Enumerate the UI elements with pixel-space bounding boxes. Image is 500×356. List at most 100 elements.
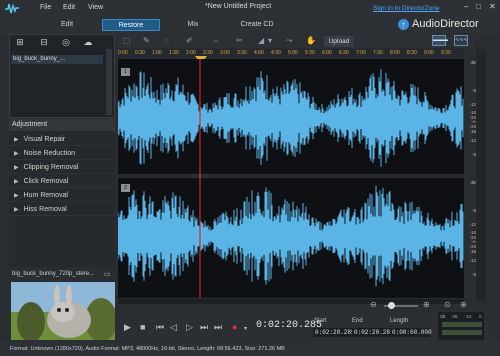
cloud-icon[interactable]: ☁: [82, 37, 94, 47]
adjust-clipping-removal[interactable]: ▶ Clipping Removal: [9, 161, 115, 174]
zoom-fit-icon[interactable]: ⊙: [444, 300, 451, 309]
tick-label: 6:30: [339, 50, 349, 56]
meter-label: 0: [479, 314, 482, 319]
zoom-slider-thumb[interactable]: [388, 302, 395, 309]
time-select-icon[interactable]: ⇔: [212, 36, 220, 45]
zoom-out-icon[interactable]: ⊖: [370, 300, 377, 309]
expand-triangle-icon: ▶: [14, 179, 19, 185]
record-icon[interactable]: ●: [232, 322, 237, 332]
tick-label: 3:30: [237, 50, 247, 56]
brush-tool-icon[interactable]: ✐: [186, 36, 193, 45]
skip-end-icon[interactable]: ⏭: [214, 322, 222, 333]
tick-label: 5:30: [305, 50, 315, 56]
vertical-zoom-icon[interactable]: ⊕: [460, 300, 467, 309]
end-time-field[interactable]: 0:02:20.285: [352, 328, 394, 337]
waveform[interactable]: [118, 59, 464, 298]
fast-forward-icon[interactable]: ⏭: [200, 322, 208, 333]
next-icon[interactable]: ▷: [186, 322, 193, 333]
adjust-hum-removal[interactable]: ▶ Hum Removal: [9, 189, 115, 202]
spectrum-view-button[interactable]: ∿∿∿: [454, 35, 468, 46]
horizontal-scrollbar[interactable]: [118, 299, 464, 304]
waveform-view-button[interactable]: ▬▬▬: [432, 35, 448, 46]
chevron-down-icon[interactable]: ▾: [268, 36, 272, 45]
stop-icon[interactable]: ■: [140, 322, 145, 332]
skip-start-icon[interactable]: ⏮: [156, 322, 164, 333]
adjust-label: Click Removal: [23, 178, 69, 185]
globe-icon[interactable]: ◎: [60, 37, 72, 47]
fade-icon[interactable]: ◢: [258, 36, 264, 45]
minimize-button[interactable]: –: [464, 2, 468, 11]
adjust-visual-repair[interactable]: ▶ Visual Repair: [9, 133, 115, 146]
video-preview: [11, 282, 115, 340]
expand-triangle-icon: ▶: [14, 165, 19, 171]
menu-edit[interactable]: Edit: [63, 4, 75, 11]
select-tool-icon[interactable]: ⬚: [123, 36, 131, 45]
import-folder-icon[interactable]: ⊟: [38, 37, 50, 47]
meter-label: dB: [440, 314, 446, 319]
maximize-button[interactable]: □: [476, 2, 481, 11]
length-label: Length: [390, 318, 409, 324]
meter-label: -12: [465, 314, 472, 319]
editor-toolbar: [118, 34, 475, 48]
tab-restore[interactable]: Restore: [102, 19, 160, 31]
chevron-down-icon[interactable]: ▾: [244, 325, 247, 332]
tick-label: 4:30: [271, 50, 281, 56]
tick-label: 1:00: [152, 50, 162, 56]
adjustment-header: Adjustment: [9, 119, 115, 131]
start-time-field[interactable]: 0:02:20.285: [313, 328, 355, 337]
tick-label: 7:30: [373, 50, 383, 56]
app-logo-icon: [5, 3, 19, 14]
adjust-label: Hum Removal: [23, 192, 68, 199]
adjust-hiss-removal[interactable]: ▶ Hiss Removal: [9, 203, 115, 216]
length-field[interactable]: 0:00:00.000: [390, 328, 432, 337]
library-item[interactable]: big_buck_bunny_...: [11, 55, 103, 64]
db-scale-track-2: dB -6 -12 -18 -24 -∞ -24 -18 -12 -6: [464, 180, 476, 298]
status-bar: Format: Unknown (1280x720), Audio Format…: [0, 342, 500, 356]
expand-triangle-icon: ▶: [14, 137, 19, 143]
adjust-noise-reduction[interactable]: ▶ Noise Reduction: [9, 147, 115, 160]
library-scrollbar[interactable]: [106, 49, 112, 115]
close-button[interactable]: ✕: [489, 2, 496, 11]
meter-bar-left: [442, 322, 482, 327]
pencil-tool-icon[interactable]: ✎: [143, 36, 150, 45]
adjust-label: Noise Reduction: [23, 150, 75, 157]
expand-triangle-icon: ▶: [14, 207, 19, 213]
tick-label: 1:30: [169, 50, 179, 56]
lasso-tool-icon[interactable]: ◌: [164, 36, 169, 45]
previous-icon[interactable]: ◁: [170, 322, 177, 333]
tick-label: 8:00: [390, 50, 400, 56]
meter-label: -36: [451, 314, 458, 319]
db-scale-track-1: dB -6 -12 -18 -24 -∞ -24 -18 -12 -6: [464, 60, 476, 174]
start-label: Start: [314, 318, 327, 324]
tick-label: 0:30: [135, 50, 145, 56]
tick-label: 9:30: [441, 50, 451, 56]
vertical-scrollbar[interactable]: [476, 49, 486, 301]
upload-cloud-icon: ↑: [398, 19, 409, 30]
tick-label: 9:00: [424, 50, 434, 56]
adjust-label: Clipping Removal: [23, 164, 79, 171]
menu-view[interactable]: View: [88, 4, 103, 11]
document-title: *New Untitled Project: [205, 3, 272, 10]
tab-mix[interactable]: Mix: [174, 19, 212, 31]
upload-button[interactable]: Upload: [324, 36, 354, 47]
zoom-in-icon[interactable]: ⊕: [423, 300, 430, 309]
tab-create-cd[interactable]: Create CD: [232, 19, 282, 31]
monitor-icon[interactable]: ▭: [104, 270, 111, 278]
expand-triangle-icon: ▶: [14, 193, 19, 199]
adjust-label: Visual Repair: [23, 136, 66, 143]
adjust-label: Hiss Removal: [23, 206, 67, 213]
preview-label: big_buck_bunny_720p_stere...: [12, 271, 95, 277]
end-label: End: [352, 318, 363, 324]
tab-edit[interactable]: Edit: [48, 19, 86, 31]
apply-icon[interactable]: ⤳: [286, 36, 292, 46]
tick-label: 6:00: [322, 50, 332, 56]
play-icon[interactable]: ▶: [124, 322, 131, 333]
trim-icon[interactable]: ✂: [236, 36, 243, 45]
menu-file[interactable]: File: [40, 4, 51, 11]
meter-bar-right: [442, 330, 482, 335]
import-media-icon[interactable]: ⊞: [14, 37, 26, 47]
adjust-click-removal[interactable]: ▶ Click Removal: [9, 175, 115, 188]
hand-tool-icon[interactable]: ✋: [306, 36, 316, 45]
tick-label: 5:00: [288, 50, 298, 56]
sign-in-link[interactable]: Sign in to DirectorZone: [373, 5, 439, 12]
